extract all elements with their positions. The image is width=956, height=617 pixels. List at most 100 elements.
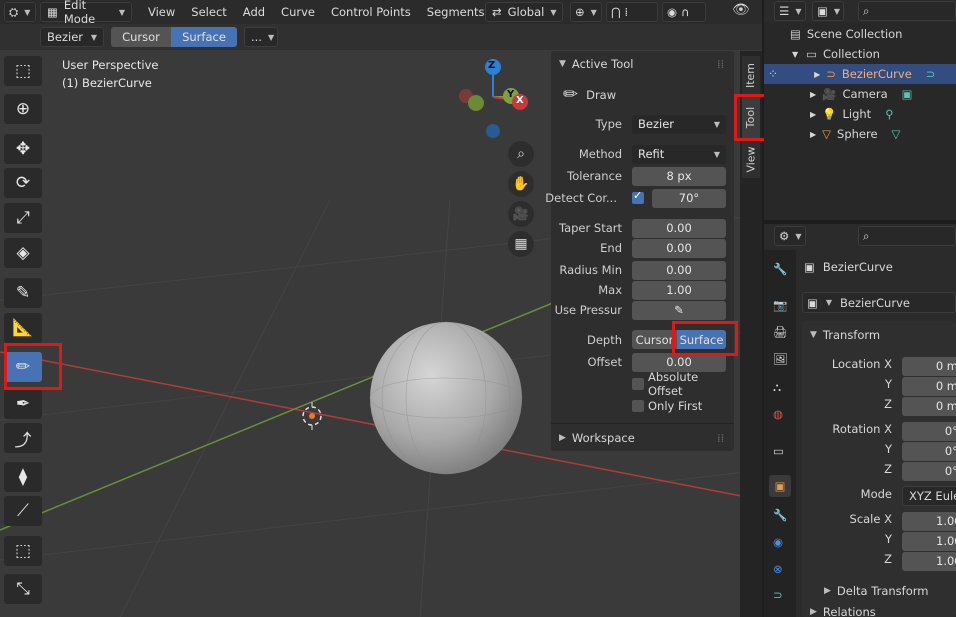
menu-segments[interactable]: Segments [419, 5, 493, 19]
taper-end-field[interactable]: 0.00 [632, 238, 726, 258]
display-mode-dropdown[interactable]: ☰ ▼ [774, 1, 806, 21]
type-dropdown[interactable]: Bezier ▼ [632, 114, 726, 134]
scale-tool-icon[interactable]: ⤢ [4, 203, 42, 233]
tab-view[interactable]: View [742, 140, 760, 178]
pivot-icon: ⊕ [575, 5, 585, 19]
workspace-header[interactable]: ▶ Workspace [559, 431, 635, 445]
transform-tool-icon[interactable]: ◈ [4, 238, 42, 268]
3d-cursor [302, 402, 322, 430]
object-datablock-field[interactable]: ▣ ▼ BezierCurve [802, 292, 956, 313]
camera-data-icon: ▣ [901, 87, 913, 101]
tool-settings-tab-icon[interactable]: 🔧 [773, 262, 787, 276]
menu-view[interactable]: View [140, 5, 183, 19]
zoom-icon[interactable]: ⌕ [508, 141, 534, 167]
orientation-dropdown[interactable]: ⇄ Global ▼ [485, 2, 563, 22]
cursor-tool-icon[interactable]: ⊕ [4, 94, 42, 124]
radius-max-field[interactable]: 1.00 [632, 280, 726, 300]
radius-tool-icon[interactable]: ⧫ [4, 462, 42, 492]
detect-corners-checkbox[interactable] [632, 189, 644, 204]
rotation-mode-dropdown[interactable]: XYZ Euler [902, 486, 956, 506]
rotation-y-field[interactable]: 0° [902, 442, 956, 461]
location-x-field[interactable]: 0 m [902, 357, 956, 376]
extrude-tool-icon[interactable]: ⤴ [4, 423, 42, 453]
object-tab-icon[interactable]: ▣ [769, 475, 791, 497]
modifier-tab-icon[interactable]: 🔧 [773, 508, 787, 522]
highlight-draw-tool [4, 343, 62, 390]
absolute-offset-checkbox[interactable] [632, 378, 644, 390]
pivot-dropdown[interactable]: ⊕ ▼ [570, 2, 602, 22]
tab-item[interactable]: Item [742, 56, 760, 94]
menu-control-points[interactable]: Control Points [323, 5, 419, 19]
scene-collection-row[interactable]: ▤ Scene Collection [764, 24, 956, 44]
scale-x-field[interactable]: 1.000 [902, 512, 956, 531]
taper-start-field[interactable]: 0.00 [632, 218, 726, 238]
pen-tool-icon[interactable]: ✒ [4, 389, 42, 419]
select-tool-icon[interactable]: ⬚ [4, 56, 42, 86]
proportional-edit-controls[interactable]: ◉ ∩ [662, 2, 706, 22]
tilt-tool-icon[interactable]: ⟋ [4, 496, 42, 526]
collection-label: Collection [823, 47, 880, 61]
method-dropdown[interactable]: Refit ▼ [632, 144, 726, 164]
collection-tab-icon[interactable]: ▭ [773, 444, 784, 458]
menu-curve[interactable]: Curve [273, 5, 323, 19]
relations-header[interactable]: ▶ Relations [810, 606, 876, 617]
drag-handle-icon[interactable]: ⁞⁞ [717, 431, 724, 445]
view-layer-tab-icon[interactable]: 🖼 [773, 352, 788, 366]
properties-search-input[interactable]: ⌕ [858, 226, 956, 246]
output-tab-icon[interactable]: 🖨 [773, 325, 788, 339]
curve-icon: ⊃ [826, 67, 836, 81]
filter-dropdown[interactable]: ▣ ▼ [812, 1, 844, 21]
curve-type-dropdown[interactable]: Bezier ▼ [40, 27, 104, 47]
world-tab-icon[interactable]: ◍ [773, 407, 783, 421]
render-tab-icon[interactable]: 📷 [773, 298, 787, 312]
depth-cursor-option[interactable]: Cursor [632, 330, 677, 349]
tolerance-field[interactable]: 8 px [632, 166, 726, 186]
editor-type-dropdown[interactable]: ⛭ ▼ [4, 2, 36, 22]
grid-projection-icon[interactable]: ▦ [508, 231, 534, 257]
active-tool-header[interactable]: ▼ Active Tool [559, 57, 634, 71]
menu-select[interactable]: Select [183, 5, 234, 19]
outliner-item-beziercurve[interactable]: ⁘ ▶ ⊃ BezierCurve ⊃ [764, 64, 956, 84]
outliner-search-input[interactable]: ⌕ [858, 1, 956, 21]
rotation-z-field[interactable]: 0° [902, 462, 956, 481]
collection-row[interactable]: ▼ ▭ Collection [764, 44, 956, 64]
location-z-field[interactable]: 0 m [902, 397, 956, 416]
tab-item-label: Item [744, 62, 758, 88]
scene-tab-icon[interactable]: ⛬ [773, 380, 781, 395]
constraints-tab-icon[interactable]: ⊗ [773, 562, 783, 576]
visibility-eye-icon[interactable]: 👁 [732, 2, 750, 18]
rotate-tool-icon[interactable]: ⟳ [4, 168, 42, 198]
detect-corners-angle[interactable]: 70° [652, 188, 726, 208]
depth-surface-button[interactable]: Surface [171, 27, 237, 47]
outliner-item-light[interactable]: ▶ 💡 Light ⚲ [764, 104, 956, 124]
menu-add[interactable]: Add [235, 5, 273, 19]
workspace-title: Workspace [571, 431, 635, 445]
annotate-tool-icon[interactable]: ✎ [4, 278, 42, 308]
pan-hand-icon[interactable]: ✋ [508, 171, 534, 197]
outliner-item-sphere[interactable]: ▶ ▽ Sphere ▽ [764, 124, 956, 144]
data-tab-icon[interactable]: ⊃ [773, 588, 783, 602]
more-options-dropdown[interactable]: ... ▼ [244, 27, 278, 47]
add-cube-tool-icon[interactable]: ⬚ [4, 536, 42, 566]
measure-tool-icon[interactable]: 📐 [4, 313, 42, 343]
editor-type-dropdown[interactable]: ⚙ ▼ [774, 226, 806, 246]
use-pressure-toggle[interactable]: ✎ [632, 300, 726, 320]
move-tool-icon[interactable]: ✥ [4, 134, 42, 164]
depth-cursor-button[interactable]: Cursor [111, 27, 171, 47]
snap-controls[interactable]: ⋂ ⁞ [606, 2, 658, 22]
only-first-checkbox[interactable] [632, 400, 644, 412]
randomize-tool-icon[interactable]: ⤡ [4, 574, 42, 604]
mode-dropdown[interactable]: ▦ Edit Mode ▼ [40, 0, 132, 26]
physics-tab-icon[interactable]: ◉ [773, 535, 783, 549]
delta-transform-header[interactable]: ▶ Delta Transform [824, 584, 928, 598]
drag-handle-icon[interactable]: ⁞⁞ [717, 57, 724, 71]
scale-y-field[interactable]: 1.000 [902, 532, 956, 551]
transform-header[interactable]: ▼ Transform [810, 328, 880, 342]
radius-min-field[interactable]: 0.00 [632, 260, 726, 280]
camera-view-icon[interactable]: 🎥 [508, 201, 534, 227]
scale-z-field[interactable]: 1.000 [902, 552, 956, 571]
active-object-label: (1) BezierCurve [62, 76, 152, 90]
outliner-item-camera[interactable]: ▶ 🎥 Camera ▣ [764, 84, 956, 104]
rotation-x-field[interactable]: 0° [902, 422, 956, 441]
location-y-field[interactable]: 0 m [902, 377, 956, 396]
